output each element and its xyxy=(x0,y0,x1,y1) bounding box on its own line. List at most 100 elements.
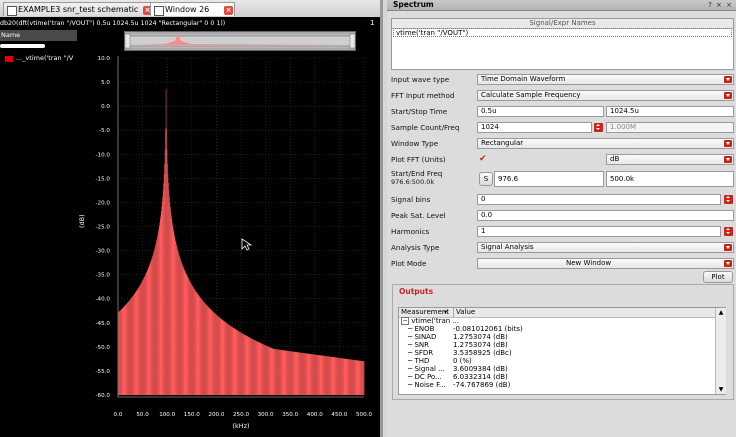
legend-scrollbar[interactable] xyxy=(0,44,45,48)
spectrum-bar xyxy=(198,295,199,395)
legend-trace-name[interactable]: ..._vtime('tran "/V xyxy=(16,54,73,62)
spectrum-bar xyxy=(334,357,336,395)
harmonics-label: Harmonics xyxy=(391,227,430,236)
spectrum-bar xyxy=(263,344,264,395)
spectrum-bar xyxy=(277,349,278,395)
tab-window-26[interactable]: Window 26 × xyxy=(150,2,235,16)
mouse-cursor-icon xyxy=(241,238,253,251)
close-icon[interactable]: × xyxy=(224,6,233,15)
fft-units-dropdown[interactable]: dB xyxy=(606,154,734,165)
spectrum-bar xyxy=(222,320,224,395)
spectrum-bar xyxy=(135,292,136,395)
spectrum-bar xyxy=(324,355,326,395)
end-freq-input[interactable]: 500.0k xyxy=(606,171,734,187)
fft-input-method-dropdown[interactable]: Calculate Sample Frequency xyxy=(477,90,734,101)
spectrum-bar xyxy=(295,351,296,395)
spectrum-bar xyxy=(213,312,214,395)
spectrum-bar xyxy=(321,355,323,395)
snap-freq-button[interactable]: S xyxy=(479,172,493,186)
signal-bins-stepper[interactable] xyxy=(724,195,733,204)
spectrum-bar xyxy=(237,330,238,395)
plot-button[interactable]: Plot xyxy=(703,271,733,283)
window-type-label: Window Type xyxy=(391,139,439,148)
tab-schematic[interactable]: EXAMPLE3 snr_test schematic × xyxy=(3,2,153,16)
spectrum-bar xyxy=(144,276,145,395)
tree-root[interactable]: − vtime('tran ... xyxy=(401,317,459,325)
spectrum-bar xyxy=(352,359,353,395)
spectrum-bar xyxy=(301,352,302,395)
spectrum-bar xyxy=(131,297,132,395)
x-tick-label: 200.0 xyxy=(208,412,224,418)
harmonics-stepper[interactable] xyxy=(724,227,733,236)
spectrum-bar xyxy=(314,354,315,395)
spectrum-bar xyxy=(328,356,330,395)
spectrum-bar xyxy=(283,350,285,395)
y-tick-label: -40.0 xyxy=(96,297,111,303)
spectrum-bar xyxy=(231,326,232,395)
spectrum-bar xyxy=(335,357,336,395)
start-time-input[interactable]: 0.5u xyxy=(477,106,604,117)
spectrum-bar xyxy=(186,275,188,395)
output-measurement: ─ ENOB xyxy=(408,325,435,333)
start-freq-input[interactable]: 976.6 xyxy=(494,171,604,187)
spectrum-bar xyxy=(304,353,306,395)
spectrum-bar xyxy=(125,304,127,395)
window-type-dropdown[interactable]: Rectangular xyxy=(477,138,734,149)
spectrum-bar xyxy=(168,183,169,395)
spectrum-bar xyxy=(264,345,266,395)
spectrum-bar xyxy=(180,258,181,395)
col-measurement[interactable]: Measurement xyxy=(401,308,449,317)
spectrum-bar xyxy=(206,305,208,395)
col-value[interactable]: Value xyxy=(453,308,475,317)
spectrum-bar xyxy=(209,308,211,395)
output-value: 1.2753074 (dB) xyxy=(453,341,508,349)
spectrum-bar xyxy=(327,356,329,395)
spectrum-bar xyxy=(316,354,318,395)
harmonics-input[interactable]: 1 xyxy=(477,226,721,237)
spectrum-bar xyxy=(181,261,182,395)
spectrum-bar xyxy=(311,354,313,395)
spectrum-bar xyxy=(212,311,214,395)
spectrum-bar xyxy=(343,358,345,395)
spectrum-bar xyxy=(290,351,291,395)
spectrum-bar xyxy=(177,249,178,395)
spectrum-plot[interactable]: 10.0 5.0 0.0 -5.0 -10.0 -15.0 -20.0 -25.0 -30.0 -… xyxy=(78,50,378,437)
input-wave-type-dropdown[interactable]: Time Domain Waveform xyxy=(477,74,734,85)
peak-sat-level-input[interactable]: 0.0 xyxy=(477,210,734,221)
spectrum-bar xyxy=(155,243,157,395)
spectrum-bar xyxy=(320,355,322,395)
spectrum-bar xyxy=(296,352,298,395)
spectrum-bar xyxy=(310,353,311,395)
spectrum-bar xyxy=(149,263,151,395)
plot-fft-checkbox[interactable]: ✔ xyxy=(479,155,487,164)
scroll-up-icon[interactable]: ▲ xyxy=(717,309,725,316)
plot-mode-dropdown[interactable]: New Window xyxy=(477,258,734,269)
output-value: 3.6009384 (dB) xyxy=(453,365,508,373)
spectrum-bar xyxy=(173,234,175,395)
stop-time-input[interactable]: 1024.5u xyxy=(606,106,734,117)
spectrum-bar xyxy=(362,361,363,395)
y-tick-label: -55.0 xyxy=(96,369,111,375)
sample-count-stepper[interactable] xyxy=(594,123,603,132)
window-controls[interactable]: ? × × xyxy=(708,0,733,10)
spectrum-bar xyxy=(140,283,142,395)
spectrum-bar xyxy=(207,305,208,395)
spectrum-bar xyxy=(291,351,292,395)
sample-count-input[interactable]: 1024 xyxy=(477,122,592,133)
spectrum-bar xyxy=(163,183,164,395)
signal-bins-input[interactable]: 0 xyxy=(477,194,721,205)
analysis-type-dropdown[interactable]: Signal Analysis xyxy=(477,242,734,253)
spectrum-bar xyxy=(169,202,171,395)
spectrum-bar xyxy=(292,351,293,395)
spectrum-bar xyxy=(193,288,195,395)
outputs-scrollbar[interactable]: ▲ ▼ xyxy=(715,308,726,394)
spectrum-bar xyxy=(123,307,124,395)
spectrum-bar xyxy=(347,359,348,395)
collapse-icon[interactable]: − xyxy=(401,317,409,325)
overview-thumbnail xyxy=(124,33,356,49)
legend-panel xyxy=(0,30,77,437)
overview-zoom-bar[interactable] xyxy=(124,31,356,51)
x-tick-label: 150.0 xyxy=(184,412,200,418)
scroll-down-icon[interactable]: ▼ xyxy=(717,386,725,393)
signal-list-item[interactable]: vtime('tran "/VOUT") xyxy=(393,28,732,37)
